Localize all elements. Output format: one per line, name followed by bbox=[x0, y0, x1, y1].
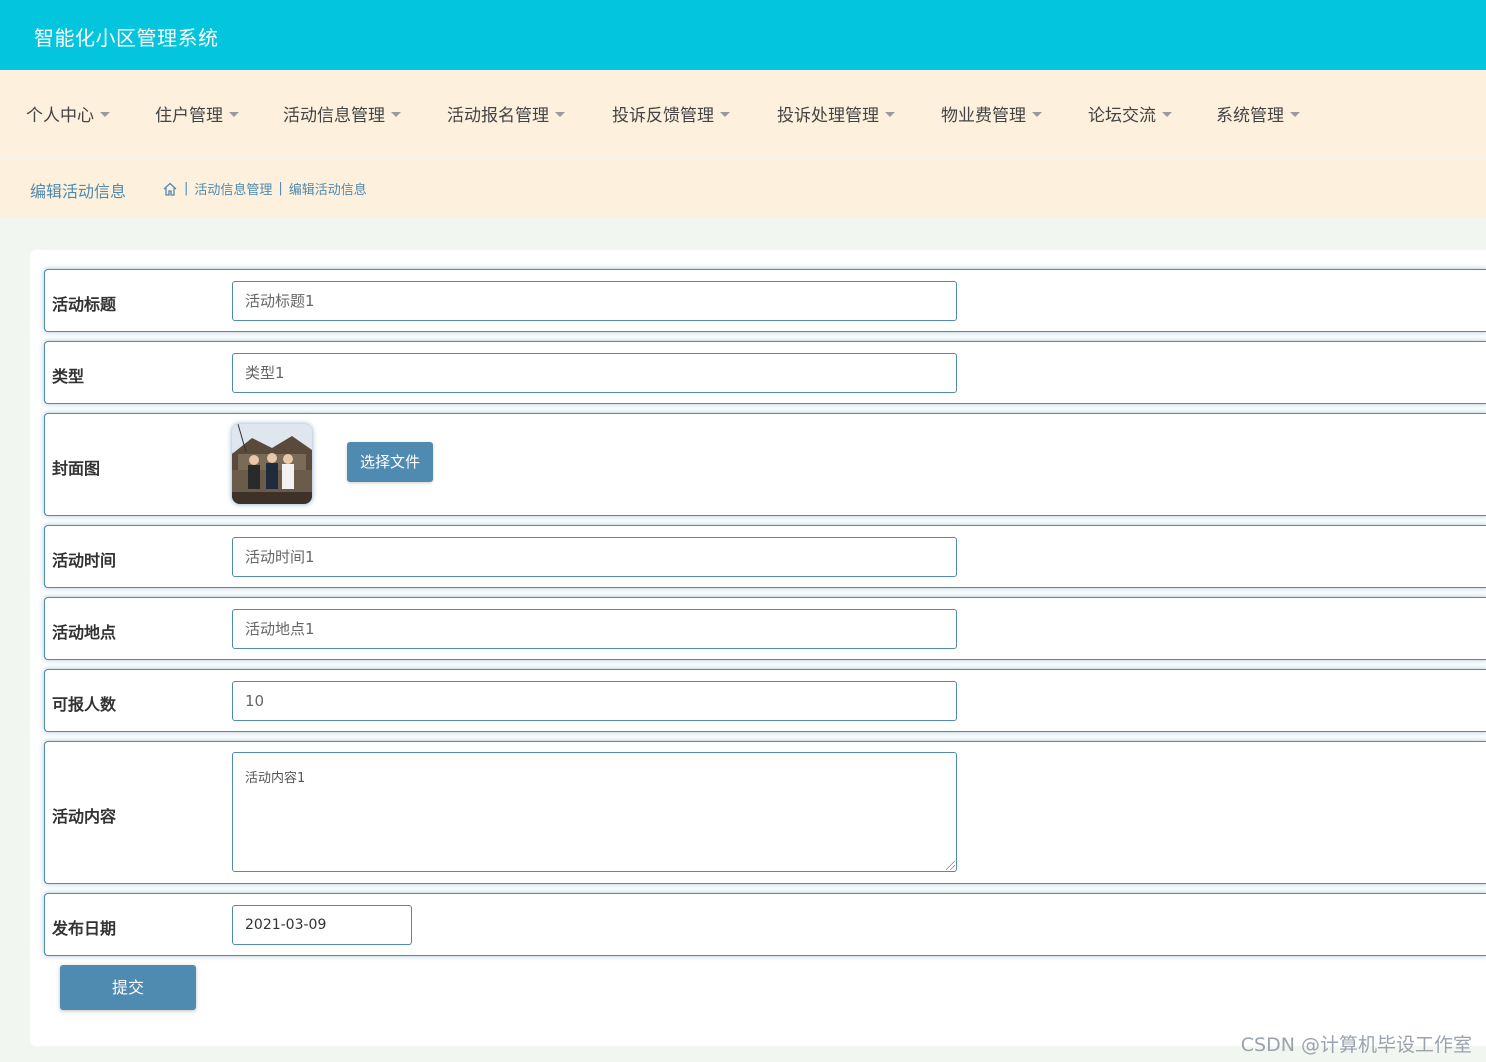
nav-item-activity-info[interactable]: 活动信息管理 bbox=[283, 101, 401, 126]
form-row-location: 活动地点 活动地点1 bbox=[44, 597, 1486, 660]
watermark: CSDN @计算机毕设工作室 bbox=[1240, 1034, 1472, 1056]
location-input[interactable]: 活动地点1 bbox=[232, 609, 957, 649]
cover-image[interactable] bbox=[232, 424, 312, 504]
nav-item-label: 住户管理 bbox=[155, 106, 223, 126]
breadcrumb-item[interactable]: 活动信息管理 bbox=[194, 179, 272, 198]
type-input[interactable]: 类型1 bbox=[232, 353, 957, 393]
form-row-content: 活动内容 活动内容1 bbox=[44, 741, 1486, 884]
page-title: 编辑活动信息 bbox=[30, 182, 127, 201]
app-title: 智能化小区管理系统 bbox=[34, 26, 219, 50]
resize-handle-icon[interactable] bbox=[946, 861, 955, 870]
breadcrumb: | 活动信息管理 | 编辑活动信息 bbox=[162, 179, 367, 198]
type-label: 类型 bbox=[52, 367, 85, 386]
cover-label: 封面图 bbox=[52, 459, 101, 478]
caret-down-icon bbox=[885, 112, 895, 117]
breadcrumb-separator: | bbox=[184, 181, 189, 196]
content-textarea[interactable]: 活动内容1 bbox=[232, 752, 957, 872]
nav-item-personal-center[interactable]: 个人中心 bbox=[26, 101, 110, 126]
form-row-time: 活动时间 活动时间1 bbox=[44, 525, 1486, 588]
submit-button[interactable]: 提交 bbox=[60, 965, 196, 1010]
publish-date-label: 发布日期 bbox=[52, 919, 117, 938]
breadcrumb-separator: | bbox=[278, 181, 283, 196]
caret-down-icon bbox=[720, 112, 730, 117]
nav-item-label: 物业费管理 bbox=[941, 106, 1026, 126]
form-row-title: 活动标题 活动标题1 bbox=[44, 269, 1486, 332]
breadcrumb-bar: 编辑活动信息 | 活动信息管理 | 编辑活动信息 bbox=[0, 157, 1486, 218]
nav-item-label: 活动报名管理 bbox=[447, 106, 549, 126]
caret-down-icon bbox=[1290, 112, 1300, 117]
caret-down-icon bbox=[555, 112, 565, 117]
nav-item-activity-signup[interactable]: 活动报名管理 bbox=[447, 101, 565, 126]
form-row-publish-date: 发布日期 2021-03-09 bbox=[44, 893, 1486, 956]
caret-down-icon bbox=[1032, 112, 1042, 117]
nav-item-label: 投诉反馈管理 bbox=[612, 106, 714, 126]
time-input[interactable]: 活动时间1 bbox=[232, 537, 957, 577]
breadcrumb-item: 编辑活动信息 bbox=[288, 183, 367, 198]
nav-item-label: 个人中心 bbox=[26, 106, 94, 126]
form-row-type: 类型 类型1 bbox=[44, 341, 1486, 404]
main-nav: 个人中心 住户管理 活动信息管理 活动报名管理 投诉反馈管理 投诉处理管理 物业… bbox=[0, 70, 1486, 156]
caret-down-icon bbox=[1162, 112, 1172, 117]
capacity-label: 可报人数 bbox=[52, 695, 117, 714]
caret-down-icon bbox=[100, 112, 110, 117]
nav-item-forum[interactable]: 论坛交流 bbox=[1088, 101, 1172, 126]
form-row-cover: 封面图 选择文件 bbox=[44, 413, 1486, 516]
title-label: 活动标题 bbox=[52, 295, 117, 314]
nav-item-label: 系统管理 bbox=[1216, 106, 1284, 126]
location-label: 活动地点 bbox=[52, 623, 117, 642]
nav-item-resident-management[interactable]: 住户管理 bbox=[155, 101, 239, 126]
nav-item-property-fee[interactable]: 物业费管理 bbox=[941, 101, 1042, 126]
nav-item-label: 论坛交流 bbox=[1088, 106, 1156, 126]
publish-date-input[interactable]: 2021-03-09 bbox=[232, 905, 412, 945]
content-label: 活动内容 bbox=[52, 807, 117, 826]
choose-file-button[interactable]: 选择文件 bbox=[347, 442, 433, 482]
nav-item-label: 投诉处理管理 bbox=[777, 106, 879, 126]
caret-down-icon bbox=[391, 112, 401, 117]
time-label: 活动时间 bbox=[52, 551, 117, 570]
form-row-capacity: 可报人数 10 bbox=[44, 669, 1486, 732]
caret-down-icon bbox=[229, 112, 239, 117]
capacity-input[interactable]: 10 bbox=[232, 681, 957, 721]
nav-item-complaint-feedback[interactable]: 投诉反馈管理 bbox=[612, 101, 730, 126]
home-icon[interactable] bbox=[162, 181, 178, 197]
nav-item-label: 活动信息管理 bbox=[283, 106, 385, 126]
title-input[interactable]: 活动标题1 bbox=[232, 281, 957, 321]
nav-item-complaint-handling[interactable]: 投诉处理管理 bbox=[777, 101, 895, 126]
content-text: 活动内容1 bbox=[245, 771, 306, 786]
app-header: 智能化小区管理系统 bbox=[0, 0, 1486, 70]
nav-item-system-management[interactable]: 系统管理 bbox=[1216, 101, 1300, 126]
